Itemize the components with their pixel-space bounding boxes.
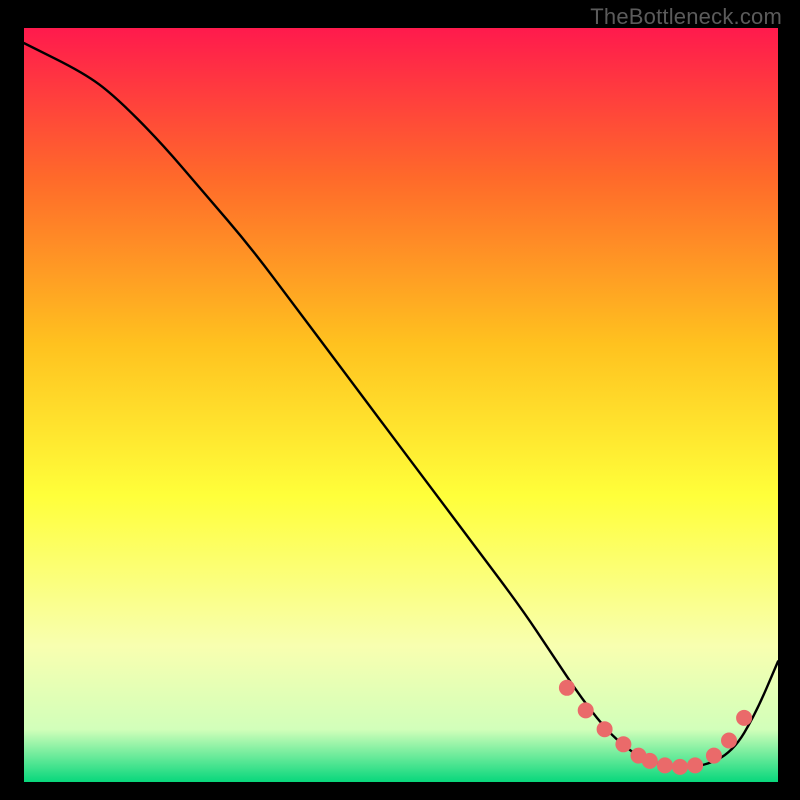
sweet-spot-dot (615, 736, 631, 752)
gradient-background (24, 28, 778, 782)
plot-area (24, 28, 778, 782)
sweet-spot-dot (721, 733, 737, 749)
sweet-spot-dot (657, 757, 673, 773)
sweet-spot-dot (559, 680, 575, 696)
watermark-text: TheBottleneck.com (590, 4, 782, 30)
chart-frame: TheBottleneck.com (0, 0, 800, 800)
sweet-spot-dot (706, 748, 722, 764)
sweet-spot-dot (578, 702, 594, 718)
sweet-spot-dot (672, 759, 688, 775)
sweet-spot-dot (736, 710, 752, 726)
sweet-spot-dot (642, 753, 658, 769)
sweet-spot-dot (687, 757, 703, 773)
chart-svg (24, 28, 778, 782)
sweet-spot-dot (597, 721, 613, 737)
